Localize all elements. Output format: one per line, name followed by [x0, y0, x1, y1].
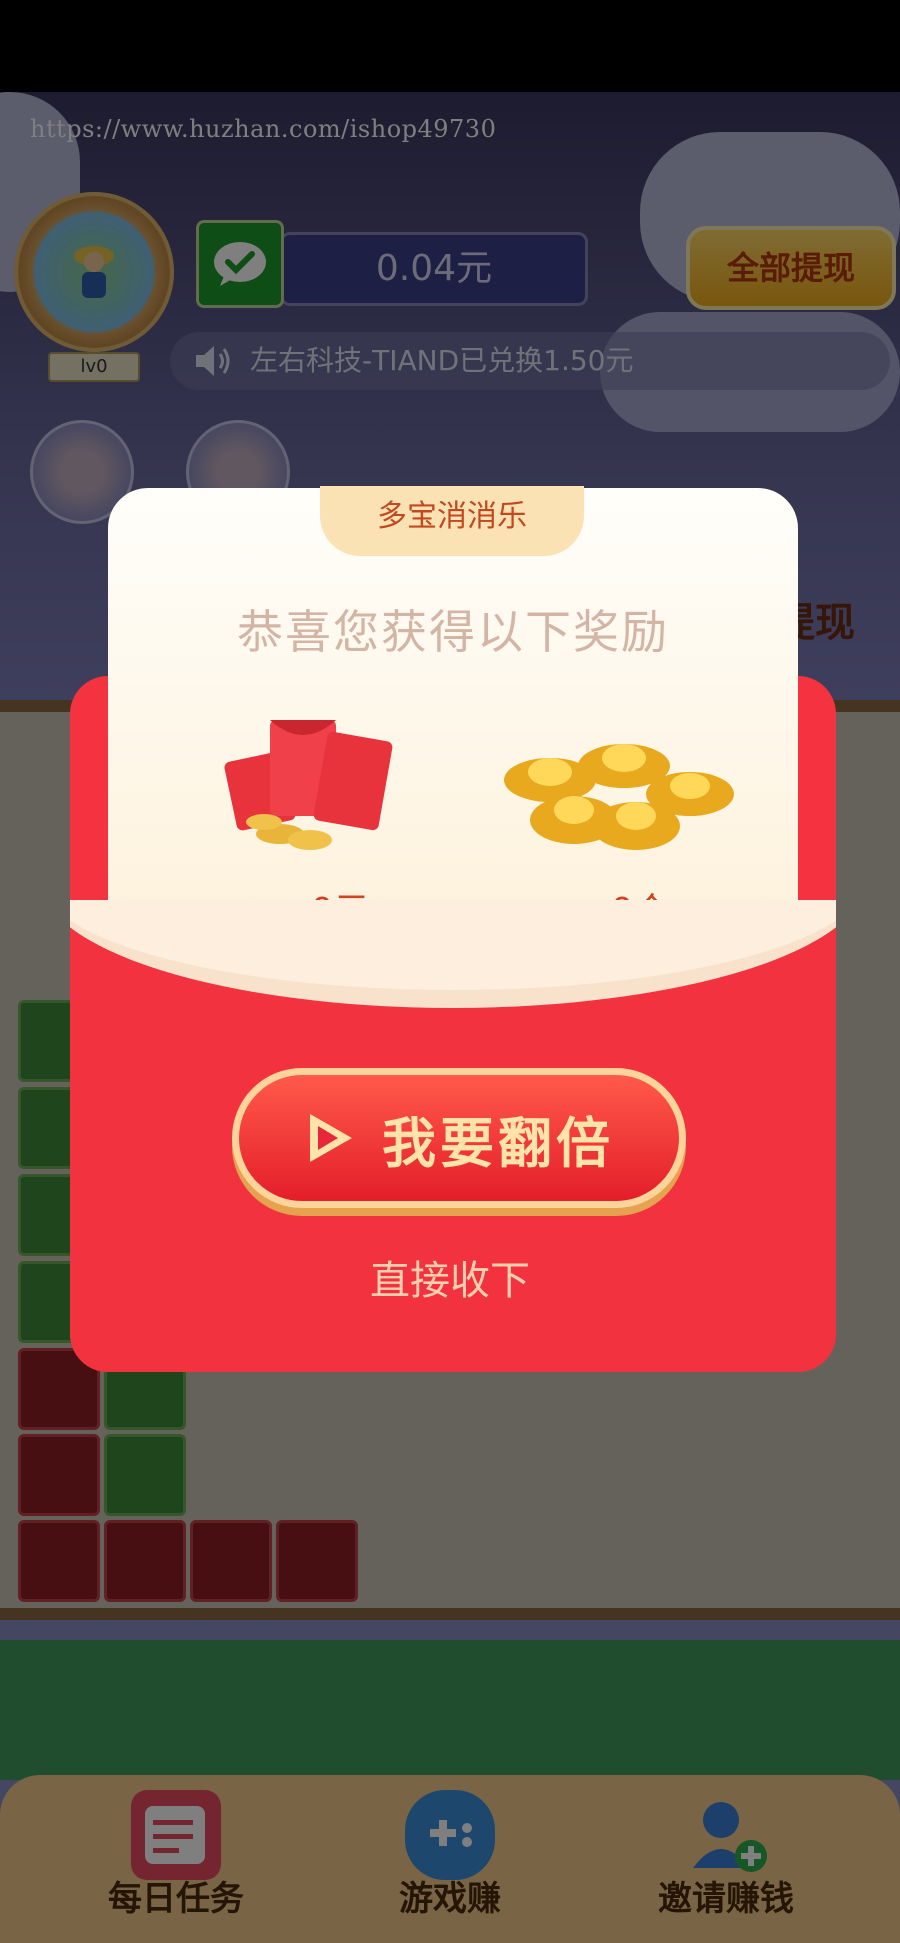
envelope-curve: [70, 900, 836, 1008]
collect-directly-link[interactable]: 直接收下: [300, 1248, 600, 1306]
red-packets-icon: [224, 720, 393, 850]
play-icon: [310, 1114, 352, 1162]
modal-heading: 恭喜您获得以下奖励: [237, 605, 669, 659]
double-reward-button[interactable]: 我要翻倍: [232, 1068, 686, 1208]
modal-title-tab: 多宝消消乐: [320, 486, 584, 556]
double-button-label: 我要翻倍: [382, 1111, 614, 1175]
gold-ingots-icon: [504, 744, 734, 850]
